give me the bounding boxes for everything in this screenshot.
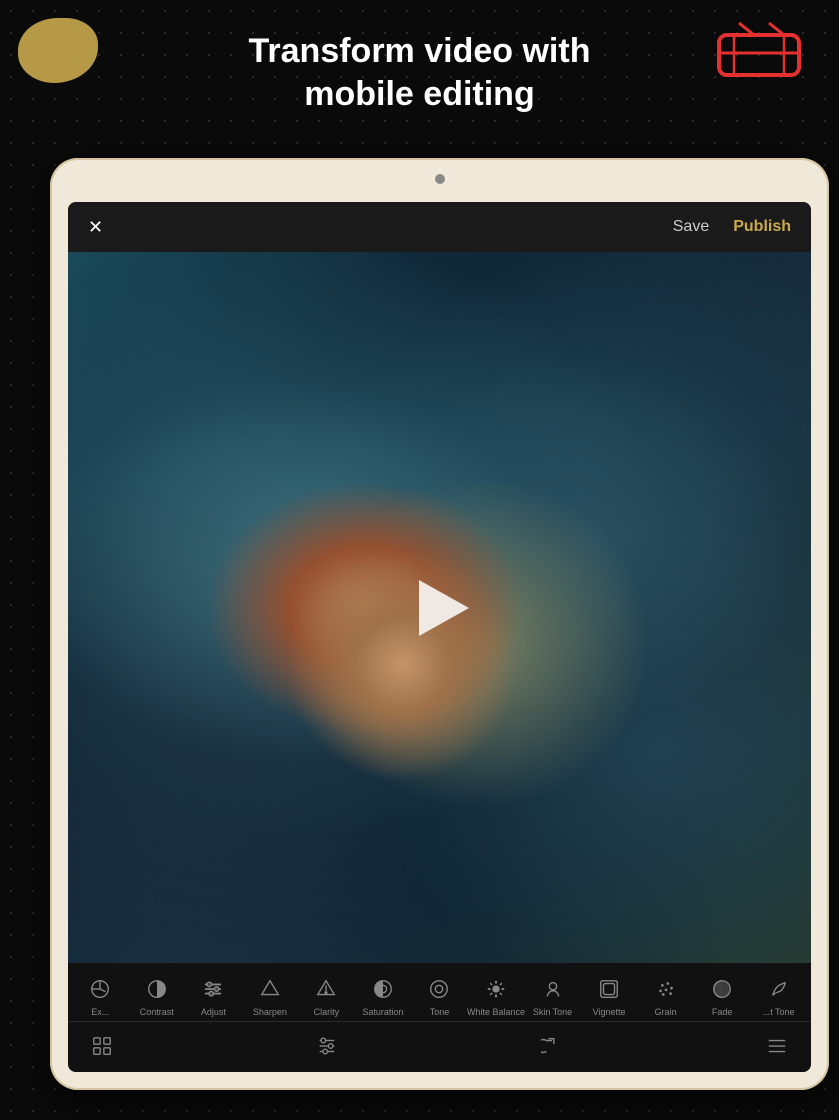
vignette-icon: [595, 975, 623, 1003]
tool-skin-tone[interactable]: Skin Tone: [524, 975, 581, 1017]
save-button[interactable]: Save: [673, 218, 709, 236]
tool-grain[interactable]: Grain: [637, 975, 694, 1017]
tablet-screen: ✕ Save Publish: [68, 202, 811, 1072]
vignette-label: Vignette: [593, 1007, 626, 1017]
tools-row: Ex... Contrast: [68, 963, 811, 1021]
tool-clarity[interactable]: Clarity: [298, 975, 355, 1017]
grain-label: Grain: [655, 1007, 677, 1017]
camera-notch: [435, 174, 445, 184]
tool-split-tone[interactable]: ...t Tone: [750, 975, 807, 1017]
video-area[interactable]: [68, 252, 811, 963]
tool-contrast[interactable]: Contrast: [129, 975, 186, 1017]
close-button[interactable]: ✕: [88, 217, 103, 238]
fade-icon: [708, 975, 736, 1003]
bottom-nav: [68, 1021, 811, 1072]
tool-vignette[interactable]: Vignette: [581, 975, 638, 1017]
nav-sliders[interactable]: [309, 1032, 345, 1060]
grain-icon: [652, 975, 680, 1003]
clarity-label: Clarity: [314, 1007, 340, 1017]
split-tone-icon: [765, 975, 793, 1003]
title-line2: mobile editing: [304, 75, 534, 113]
tool-sharpen[interactable]: Sharpen: [242, 975, 299, 1017]
tool-white-balance[interactable]: White Balance: [468, 975, 525, 1017]
white-balance-label: White Balance: [467, 1007, 525, 1017]
fade-label: Fade: [712, 1007, 733, 1017]
publish-button[interactable]: Publish: [733, 218, 791, 236]
sharpen-label: Sharpen: [253, 1007, 287, 1017]
nav-grid[interactable]: [84, 1032, 120, 1060]
tone-icon: [425, 975, 453, 1003]
skin-tone-label: Skin Tone: [533, 1007, 572, 1017]
top-bar-actions: Save Publish: [673, 218, 791, 236]
adjust-icon: [199, 975, 227, 1003]
saturation-icon: [369, 975, 397, 1003]
exposure-label: Ex...: [91, 1007, 109, 1017]
clarity-icon: [312, 975, 340, 1003]
header-title: Transform video with mobile editing: [0, 30, 839, 115]
tool-adjust[interactable]: Adjust: [185, 975, 242, 1017]
skin-tone-icon: [539, 975, 567, 1003]
exposure-icon: [86, 975, 114, 1003]
tool-saturation[interactable]: Saturation: [355, 975, 412, 1017]
adjust-label: Adjust: [201, 1007, 226, 1017]
tool-exposure[interactable]: Ex...: [72, 975, 129, 1017]
tool-fade[interactable]: Fade: [694, 975, 751, 1017]
play-triangle-icon: [419, 580, 469, 636]
tablet-frame: ✕ Save Publish: [50, 158, 829, 1090]
white-balance-icon: [482, 975, 510, 1003]
nav-undo[interactable]: [534, 1032, 570, 1060]
split-tone-label: ...t Tone: [763, 1007, 795, 1017]
contrast-label: Contrast: [140, 1007, 174, 1017]
tone-label: Tone: [430, 1007, 450, 1017]
nav-menu[interactable]: [759, 1032, 795, 1060]
title-line1: Transform video with: [249, 32, 591, 70]
saturation-label: Saturation: [362, 1007, 403, 1017]
play-button[interactable]: [410, 578, 470, 638]
tool-tone[interactable]: Tone: [411, 975, 468, 1017]
sharpen-icon: [256, 975, 284, 1003]
contrast-icon: [143, 975, 171, 1003]
top-bar: ✕ Save Publish: [68, 202, 811, 252]
bottom-toolbar: Ex... Contrast: [68, 963, 811, 1072]
